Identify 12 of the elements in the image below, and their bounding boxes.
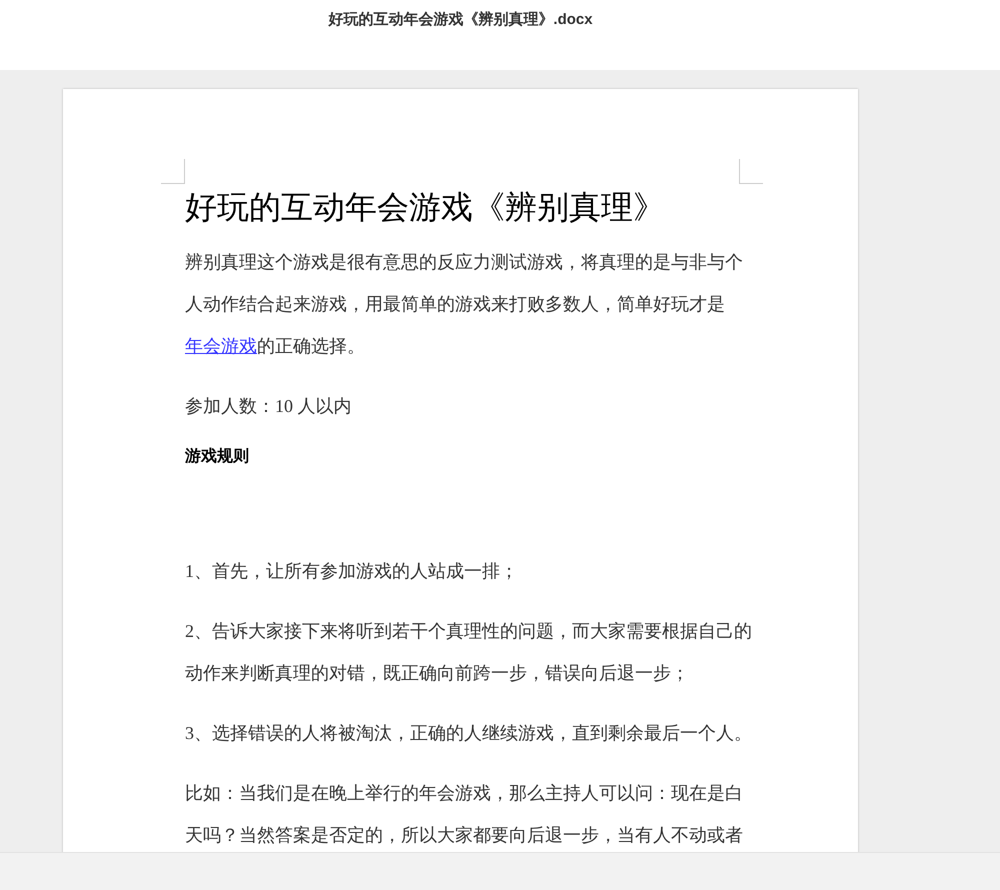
body-paragraph: 3、选择错误的人将被淘汰，正确的人继续游戏，直到剩余最后一个人。 <box>185 722 753 745</box>
margin-mark <box>161 159 185 184</box>
margin-mark <box>739 159 763 184</box>
body-paragraph: 参加人数：10 人以内 <box>185 395 352 418</box>
link[interactable]: 年会游戏 <box>185 336 257 356</box>
section-heading: 游戏规则 <box>185 446 250 467</box>
body-paragraph: 2、告诉大家接下来将听到若干个真理性的问题，而大家需要根据自己的动作来判断真理的对错，既正确向前跨一步，错误向后退一步； <box>185 620 753 685</box>
body-paragraph: 比如：当我们是在晚上举行的年会游戏，那么主持人可以问：现在是白天吗？当然答案是否定的，所以大家都要向后退一步，当有人不动或者 <box>185 782 744 847</box>
body-paragraph: 1、首先，让所有参加游戏的人站成一排； <box>185 560 519 583</box>
file-title: 好玩的互动年会游戏《辨别真理》.docx <box>328 10 593 30</box>
body-paragraph: 辨别真理这个游戏是很有意思的反应力测试游戏，将真理的是与非与个人动作结合起来游戏，用最简单的游戏来打败多数人，简单好玩才是 年会游戏的正确选择。 <box>185 251 744 358</box>
document-heading: 好玩的互动年会游戏《辨别真理》 <box>185 188 666 227</box>
